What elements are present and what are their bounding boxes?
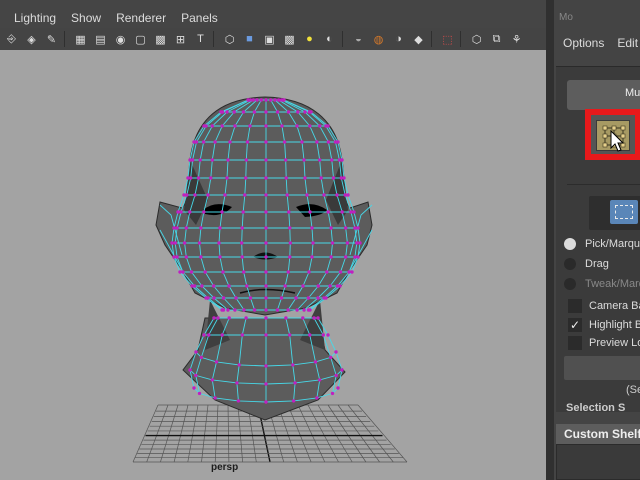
toolbar-separator	[460, 31, 461, 47]
viewport-menubar: Lighting Show Renderer Panels	[0, 8, 548, 28]
checkbox-highlight-backfaces[interactable]: ✓ Highlight B	[568, 316, 640, 334]
menu-panels[interactable]: Panels	[176, 11, 223, 25]
isolate-select-icon[interactable]: ⬚	[439, 31, 456, 48]
panel-divider[interactable]	[546, 0, 554, 480]
tool-settings-menubar: Options Edit	[554, 36, 640, 50]
field-chart-icon[interactable]: ▩	[152, 31, 169, 48]
xray-icon[interactable]: ⬡	[468, 31, 485, 48]
radio-label: Drag	[585, 258, 609, 270]
tool-settings-panel: Mo Options Edit Mu Pick/Marqu Drag Tweak…	[554, 0, 640, 480]
use-lights-icon[interactable]: ●	[301, 31, 318, 48]
bookmark-icon[interactable]: ◈	[23, 31, 40, 48]
radio-drag[interactable]: Drag	[564, 255, 609, 273]
toolbar-separator	[431, 31, 432, 47]
marquee-mode-button[interactable]	[589, 196, 640, 230]
settings-button[interactable]	[564, 356, 640, 380]
checkbox-preview-loop[interactable]: Preview Lo	[568, 334, 640, 352]
radio-tweak-marquee: Tweak/Marq	[564, 275, 640, 293]
radio-button[interactable]	[564, 258, 576, 270]
screen-space-ao-icon[interactable]: ◒	[350, 31, 367, 48]
radio-pick-marquee[interactable]: Pick/Marque	[564, 235, 640, 253]
marquee-icon	[610, 200, 638, 224]
checkbox[interactable]	[568, 336, 582, 350]
isolate-icon[interactable]: ⊞	[172, 31, 189, 48]
wireframe-icon[interactable]: ⬡	[221, 31, 238, 48]
checkbox-camera-based[interactable]: Camera Ba	[568, 297, 640, 315]
xray-components-icon[interactable]: ⚘	[508, 31, 525, 48]
checkbox[interactable]: ✓	[568, 318, 582, 332]
motion-blur-icon[interactable]: ◍	[370, 31, 387, 48]
wireframe-on-shaded-icon[interactable]: ▣	[261, 31, 278, 48]
menu-renderer[interactable]: Renderer	[111, 11, 171, 25]
selection-hint: (Se	[626, 384, 640, 396]
viewport-panel: Lighting Show Renderer Panels ⎆ ◈ ✎ ▦ ▤ ◉ ▢ ▩ ⊞ T…	[0, 0, 548, 480]
head-mesh[interactable]	[155, 96, 373, 421]
grid-icon[interactable]: ▦	[72, 31, 89, 48]
custom-shelf-area[interactable]	[556, 444, 640, 480]
mouse-cursor-icon	[610, 130, 625, 152]
resolution-gate-icon[interactable]: ◉	[112, 31, 129, 48]
camera-icon[interactable]: ⎆	[3, 31, 20, 48]
paint-icon[interactable]: ✎	[43, 31, 60, 48]
tool-settings-title: Mo	[559, 12, 573, 23]
radio-button[interactable]	[564, 238, 576, 250]
film-gate-icon[interactable]: ▤	[92, 31, 109, 48]
smooth-shade-icon[interactable]: ■	[241, 31, 258, 48]
textured-icon[interactable]: ▩	[281, 31, 298, 48]
menu-show[interactable]: Show	[66, 11, 106, 25]
toolbar-separator	[64, 31, 65, 47]
menu-options[interactable]: Options	[563, 36, 604, 50]
toolbar-separator	[342, 31, 343, 47]
camera-label: persp	[211, 462, 239, 473]
checkbox[interactable]	[568, 299, 582, 313]
menu-edit[interactable]: Edit	[617, 36, 638, 50]
safe-area-icon[interactable]: ▢	[132, 31, 149, 48]
text-icon[interactable]: T	[192, 31, 209, 48]
multi-cut-tab-button[interactable]: Mu	[567, 80, 640, 110]
custom-shelf-title: Custom Shelf	[564, 427, 640, 441]
radio-label: Tweak/Marq	[585, 278, 640, 290]
shadows-icon[interactable]: ◐	[321, 31, 338, 48]
scene-canvas	[132, 96, 408, 463]
3d-viewport[interactable]: persp	[0, 50, 548, 480]
checkbox-label: Highlight B	[589, 319, 640, 331]
section-divider	[567, 184, 640, 185]
checkbox-label: Camera Ba	[589, 300, 640, 312]
viewport-toolbar: ⎆ ◈ ✎ ▦ ▤ ◉ ▢ ▩ ⊞ T ⬡ ■ ▣ ▩ ● ◐ ◒ ◍ ◑ ◆ ⬚ ⬡ ⧉ ⚘	[0, 28, 548, 50]
xray-joints-icon[interactable]: ⧉	[488, 31, 505, 48]
radio-label: Pick/Marque	[585, 238, 640, 250]
menu-lighting[interactable]: Lighting	[9, 11, 61, 25]
custom-shelf-header[interactable]: Custom Shelf	[556, 424, 640, 444]
selection-section-header[interactable]: Selection S	[566, 402, 625, 414]
toolbar-separator	[213, 31, 214, 47]
depth-of-field-icon[interactable]: ◆	[410, 31, 427, 48]
radio-button	[564, 278, 576, 290]
checkbox-label: Preview Lo	[589, 337, 640, 349]
multisample-aa-icon[interactable]: ◑	[390, 31, 407, 48]
